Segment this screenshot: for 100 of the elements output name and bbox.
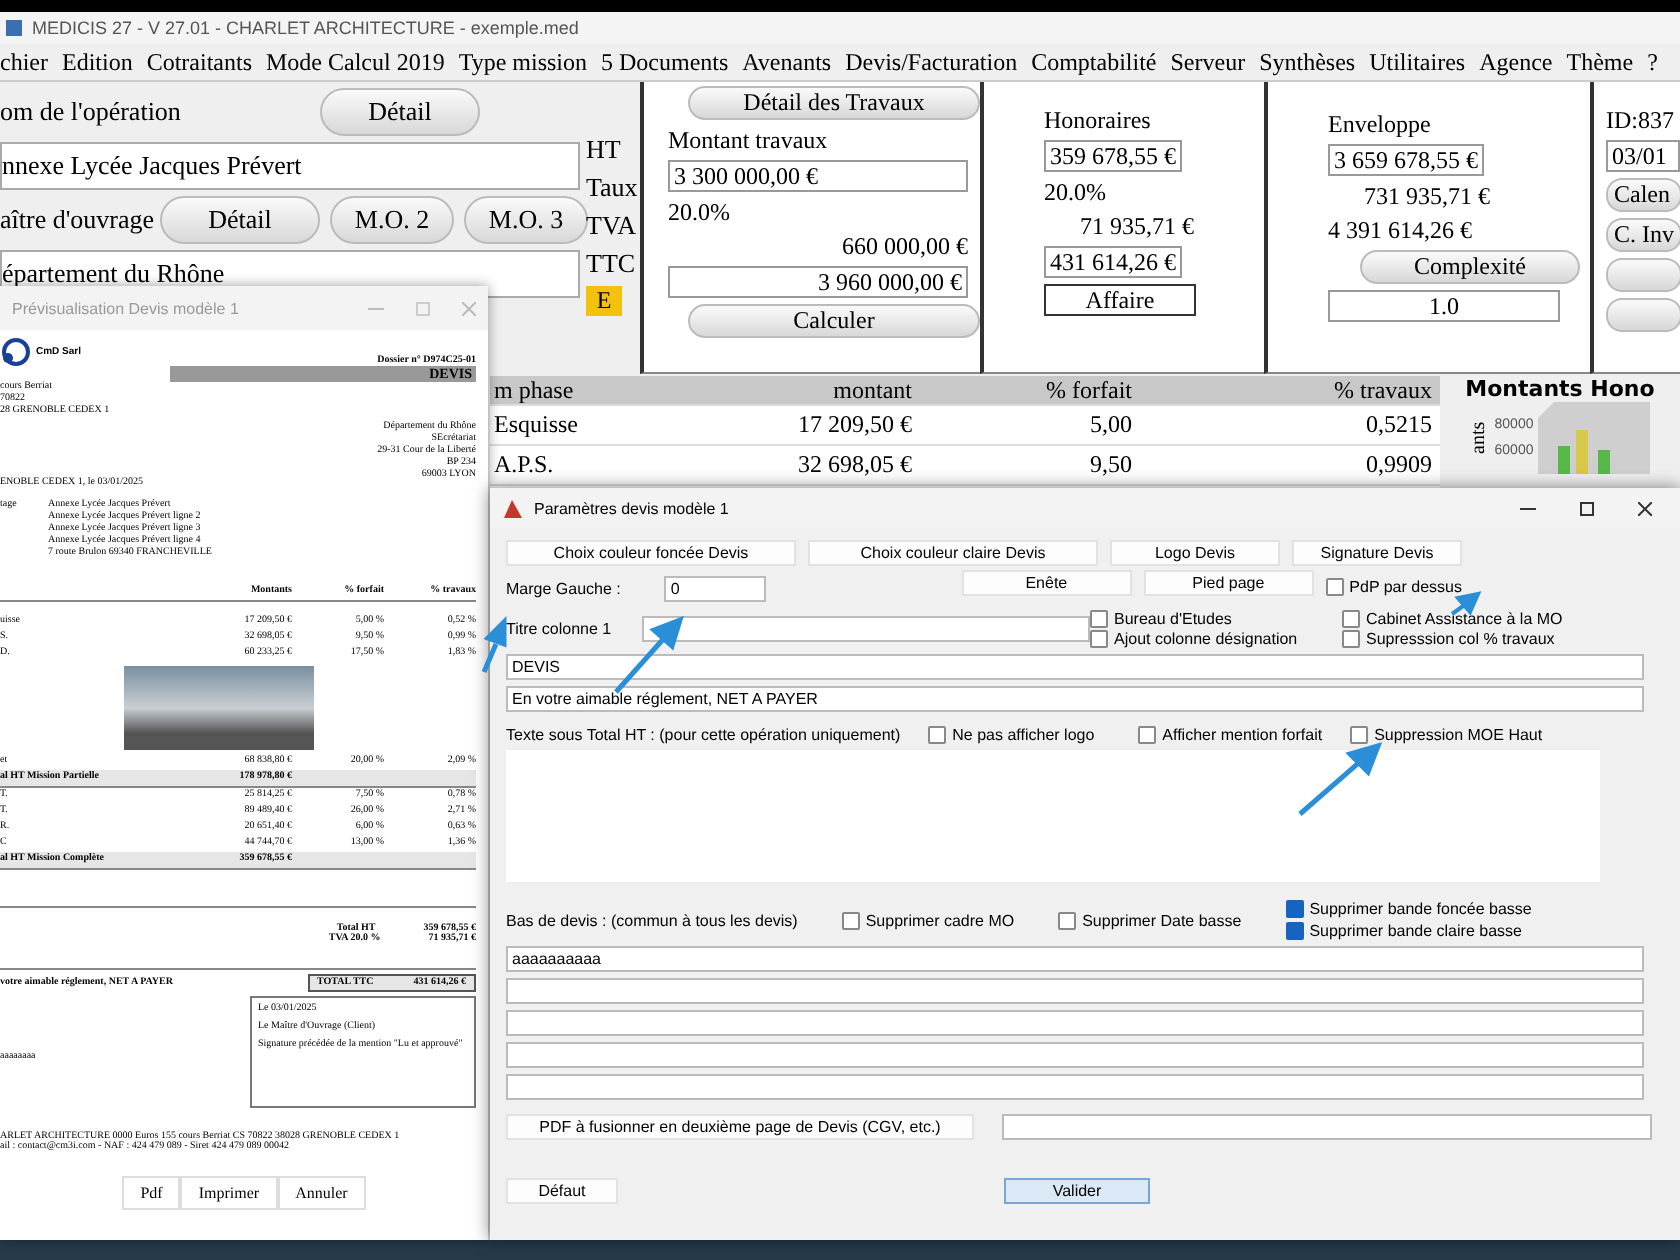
fees-amount-field[interactable]: 359 678,55 € xyxy=(1044,140,1182,172)
menu-item[interactable]: Edition xyxy=(61,47,133,77)
owner-button[interactable]: Détail xyxy=(160,196,320,244)
owner-label: aître d'ouvrage xyxy=(0,204,150,236)
side-button[interactable] xyxy=(1606,258,1680,292)
date-field[interactable]: 03/01 xyxy=(1606,140,1680,172)
menu-item[interactable]: Comptabilité xyxy=(1031,47,1157,77)
envelope-ttc: 4 391 614,26 € xyxy=(1328,216,1474,244)
checkbox[interactable] xyxy=(1285,900,1304,918)
status-badge: E xyxy=(586,286,622,316)
pdf-merge-button[interactable]: PDF à fusionner en deuxième page de Devis (CGV, etc.) xyxy=(506,1114,974,1140)
footer-line-field[interactable] xyxy=(506,978,1644,1004)
side-button[interactable]: Calen xyxy=(1606,178,1680,212)
envelope-amount-field[interactable]: 3 659 678,55 € xyxy=(1328,144,1484,176)
checkbox-label: Bureau d'Etudes xyxy=(1114,610,1232,628)
checkbox-label: Ajout colonne désignation xyxy=(1114,630,1298,648)
complexity-button[interactable]: Complexité xyxy=(1360,250,1580,284)
preview-button[interactable]: Annuler xyxy=(277,1176,366,1210)
checkbox[interactable] xyxy=(1090,610,1108,628)
pdf-path-field[interactable] xyxy=(1002,1114,1652,1140)
works-amount-field[interactable]: 3 300 000,00 € xyxy=(668,160,968,192)
light-colour-button[interactable]: Choix couleur claire Devis xyxy=(808,540,1098,566)
tax-label: TVA xyxy=(586,210,639,242)
minimize-icon[interactable] xyxy=(1520,507,1536,509)
fees-rate: 20.0% xyxy=(1044,178,1108,206)
preview-button[interactable]: Imprimer xyxy=(180,1176,278,1210)
checkbox[interactable] xyxy=(1342,610,1360,628)
detail-button[interactable]: Détail xyxy=(320,88,480,136)
header-button[interactable]: Enête xyxy=(961,570,1132,596)
column-title-label: Titre colonne 1 xyxy=(506,620,614,638)
affaire-field[interactable]: Affaire xyxy=(1044,284,1196,316)
text-label: Texte sous Total HT : (pour cette opération uniquement) xyxy=(506,726,901,744)
footer-button[interactable]: Pied page xyxy=(1143,570,1314,596)
menu-item[interactable]: Type mission xyxy=(458,47,587,77)
checkbox[interactable] xyxy=(1350,726,1369,744)
owner-button[interactable]: M.O. 2 xyxy=(330,196,454,244)
column-header[interactable]: m phase xyxy=(490,375,610,405)
table-cell-text: 5,00 xyxy=(1088,410,1134,440)
menu-item[interactable]: Synthèses xyxy=(1259,47,1356,77)
annotation-arrow xyxy=(481,615,507,673)
menu-item[interactable]: Utilitaires xyxy=(1369,47,1466,77)
menu-item[interactable]: Avenants xyxy=(742,47,832,77)
payment-field[interactable]: En votre aimable réglement, NET A PAYER xyxy=(506,686,1644,712)
menu-item[interactable]: Cotraitants xyxy=(146,47,252,77)
preview-window-title: Prévisualisation Devis modèle 1 xyxy=(12,299,239,317)
menu-item[interactable]: ? xyxy=(1647,47,1658,77)
checkbox[interactable] xyxy=(928,726,947,744)
default-button[interactable]: Défaut xyxy=(506,1178,618,1204)
works-ttc-field[interactable]: 3 960 000,00 € xyxy=(668,266,968,298)
footer-line-field[interactable]: aaaaaaaaaa xyxy=(506,946,1644,972)
annotation-arrow xyxy=(614,615,684,694)
checkbox[interactable] xyxy=(1090,630,1108,648)
calculate-button[interactable]: Calculer xyxy=(688,304,980,338)
menu-item[interactable]: Devis/Facturation xyxy=(845,47,1018,77)
annotation-arrow xyxy=(1450,591,1482,616)
footer-line-field[interactable] xyxy=(506,1074,1644,1100)
complexity-field[interactable]: 1.0 xyxy=(1328,290,1560,322)
preview-button[interactable]: Pdf xyxy=(122,1176,181,1210)
fees-ttc-field[interactable]: 431 614,26 € xyxy=(1044,246,1182,278)
column-title-field[interactable] xyxy=(642,616,1090,642)
checkbox[interactable] xyxy=(1058,911,1077,929)
works-detail-button[interactable]: Détail des Travaux xyxy=(688,86,980,120)
column-header[interactable]: montant xyxy=(610,375,920,405)
side-button[interactable]: C. Inv xyxy=(1606,218,1680,252)
margin-label: Marge Gauche : xyxy=(506,579,621,597)
menu-item[interactable]: chier xyxy=(0,47,48,77)
margin-field[interactable]: 0 xyxy=(664,575,767,601)
column-header[interactable]: % travaux xyxy=(1140,375,1440,405)
column-header[interactable]: % forfait xyxy=(920,375,1140,405)
checkbox-label: Ne pas afficher logo xyxy=(952,726,1095,744)
footer-line-field[interactable] xyxy=(506,1010,1644,1036)
logo-button[interactable]: Logo Devis xyxy=(1110,540,1280,566)
tax-label: HT xyxy=(586,134,623,166)
checkbox-label: Afficher mention forfait xyxy=(1162,726,1323,744)
footer-line-field[interactable] xyxy=(506,1042,1644,1068)
checkbox-label: Supprimer cadre MO xyxy=(865,911,1015,929)
works-label: Montant travaux xyxy=(668,126,830,154)
dialog-title: Paramètres devis modèle 1 xyxy=(534,499,729,517)
annotation-arrow xyxy=(1298,742,1383,816)
checkbox[interactable] xyxy=(841,911,860,929)
signature-button[interactable]: Signature Devis xyxy=(1292,540,1462,566)
table-cell-text: 0,5215 xyxy=(1364,410,1434,440)
menu-item[interactable]: Serveur xyxy=(1170,47,1246,77)
checkbox[interactable] xyxy=(1285,922,1304,940)
dark-colour-button[interactable]: Choix couleur foncée Devis xyxy=(506,540,796,566)
close-icon[interactable] xyxy=(1638,501,1652,515)
title-field[interactable]: DEVIS xyxy=(506,654,1644,680)
menu-item[interactable]: Mode Calcul 2019 xyxy=(266,47,445,77)
checkbox[interactable] xyxy=(1325,578,1344,596)
validate-button[interactable]: Valider xyxy=(1004,1178,1150,1204)
maximize-icon[interactable] xyxy=(1580,501,1594,515)
menu-item[interactable]: 5 Documents xyxy=(601,47,729,77)
operation-name-field[interactable]: nnexe Lycée Jacques Prévert xyxy=(0,142,580,190)
menu-item[interactable]: Thème xyxy=(1566,47,1634,77)
owner-button[interactable]: M.O. 3 xyxy=(464,196,588,244)
menu-item[interactable]: Agence xyxy=(1479,47,1553,77)
checkbox[interactable] xyxy=(1138,726,1157,744)
side-button[interactable] xyxy=(1606,298,1680,332)
vat-amount: 660 000,00 € xyxy=(840,232,968,260)
checkbox[interactable] xyxy=(1342,630,1360,648)
